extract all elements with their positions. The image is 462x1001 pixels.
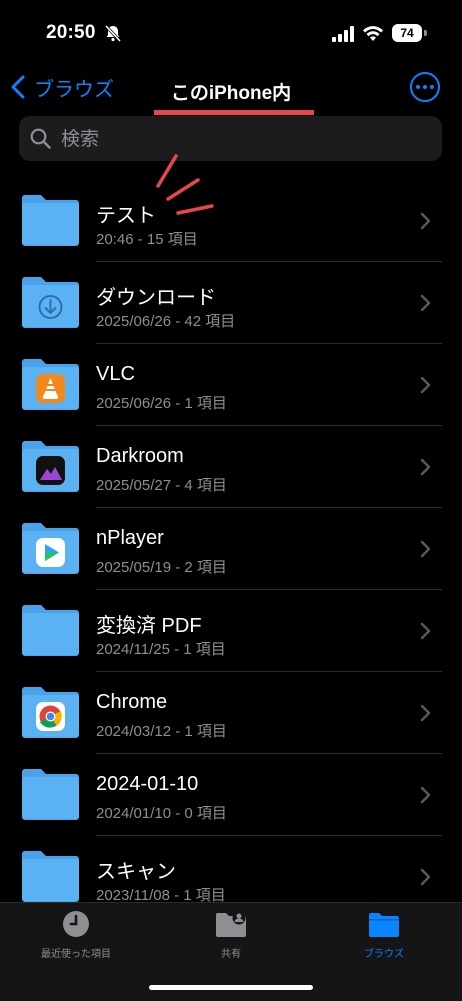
chevron-right-icon <box>420 376 431 394</box>
list-item[interactable]: 変換済 PDF 2024/11/25 - 1 項目 <box>0 590 462 672</box>
list-item[interactable]: Darkroom 2025/05/27 - 4 項目 <box>0 426 462 508</box>
battery-level: 74 <box>392 24 422 42</box>
folder-icon <box>369 913 399 937</box>
chevron-right-icon <box>420 212 431 230</box>
item-meta: 2024/01/10 - 0 項目 <box>96 805 227 822</box>
chevron-right-icon <box>420 868 431 886</box>
ellipsis-icon <box>416 85 420 89</box>
more-options-button[interactable] <box>410 72 440 102</box>
tab-browse[interactable]: ブラウズ <box>324 909 444 960</box>
item-meta: 2025/05/27 - 4 項目 <box>96 477 227 494</box>
search-input[interactable] <box>59 116 433 163</box>
search-bar[interactable] <box>19 116 442 163</box>
chevron-right-icon <box>420 540 431 558</box>
item-name: VLC <box>96 363 135 385</box>
annotation-marks <box>156 154 214 215</box>
ellipsis-dot <box>423 85 427 89</box>
item-meta: 2024/11/25 - 1 項目 <box>96 641 226 658</box>
list-item[interactable]: Chrome 2024/03/12 - 1 項目 <box>0 672 462 754</box>
item-name: nPlayer <box>96 527 164 549</box>
list-item[interactable]: 2024-01-10 2024/01/10 - 0 項目 <box>0 754 462 836</box>
item-meta: 2024/03/12 - 1 項目 <box>96 723 227 740</box>
item-meta: 2025/06/26 - 1 項目 <box>96 395 227 412</box>
list-item[interactable]: nPlayer 2025/05/19 - 2 項目 <box>0 508 462 590</box>
tab-recents[interactable]: 最近使った項目 <box>16 909 136 960</box>
clock-icon <box>63 911 89 937</box>
list-item[interactable]: テスト 20:46 - 15 項目 <box>0 180 462 262</box>
chevron-right-icon <box>420 786 431 804</box>
download-folder-icon <box>19 276 82 328</box>
item-name: 変換済 PDF <box>96 615 202 637</box>
darkroom-folder-icon <box>19 440 82 492</box>
shared-folder-icon <box>216 911 246 937</box>
item-name: テスト <box>96 205 156 227</box>
folder-icon <box>19 194 82 246</box>
folder-icon <box>19 768 82 820</box>
item-meta: 2025/05/19 - 2 項目 <box>96 559 227 576</box>
list-item[interactable]: ダウンロード 2025/06/26 - 42 項目 <box>0 262 462 344</box>
chrome-folder-icon <box>19 686 82 738</box>
navigation-bar: ブラウズ このiPhone内 <box>0 64 462 112</box>
chevron-right-icon <box>420 294 431 312</box>
ellipsis-dot <box>430 85 434 89</box>
item-name: スキャン <box>96 861 176 883</box>
item-name: 2024-01-10 <box>96 773 199 795</box>
tab-recents-label: 最近使った項目 <box>41 949 111 960</box>
status-bar: 20:50 74 <box>0 0 462 60</box>
cell-signal-icon <box>332 26 354 42</box>
chevron-right-icon <box>420 458 431 476</box>
tab-browse-label: ブラウズ <box>364 949 404 960</box>
folder-icon <box>19 850 82 902</box>
item-name: Chrome <box>96 691 168 713</box>
title-annotation-underline <box>154 110 314 115</box>
item-meta: 2025/06/26 - 42 項目 <box>96 313 236 330</box>
nplayer-folder-icon <box>19 522 82 574</box>
status-time: 20:50 <box>46 22 96 43</box>
file-list: テスト 20:46 - 15 項目 ダウンロード 2025/06/26 - 42… <box>0 180 462 918</box>
folder-icon <box>19 604 82 656</box>
battery-tip <box>424 30 427 36</box>
item-name: ダウンロード <box>96 287 216 309</box>
item-meta: 20:46 - 15 項目 <box>96 231 198 248</box>
chevron-right-icon <box>420 704 431 722</box>
page-title: このiPhone内 <box>170 83 292 104</box>
wifi-icon <box>363 26 383 41</box>
home-indicator <box>149 985 313 990</box>
tab-shared[interactable]: 共有 <box>171 909 291 960</box>
list-item[interactable]: VLC 2025/06/26 - 1 項目 <box>0 344 462 426</box>
chevron-right-icon <box>420 622 431 640</box>
item-name: Darkroom <box>96 445 184 467</box>
search-icon <box>30 128 51 149</box>
bell-slash-icon <box>104 24 122 42</box>
tab-shared-label: 共有 <box>221 949 241 960</box>
vlc-folder-icon <box>19 358 82 410</box>
